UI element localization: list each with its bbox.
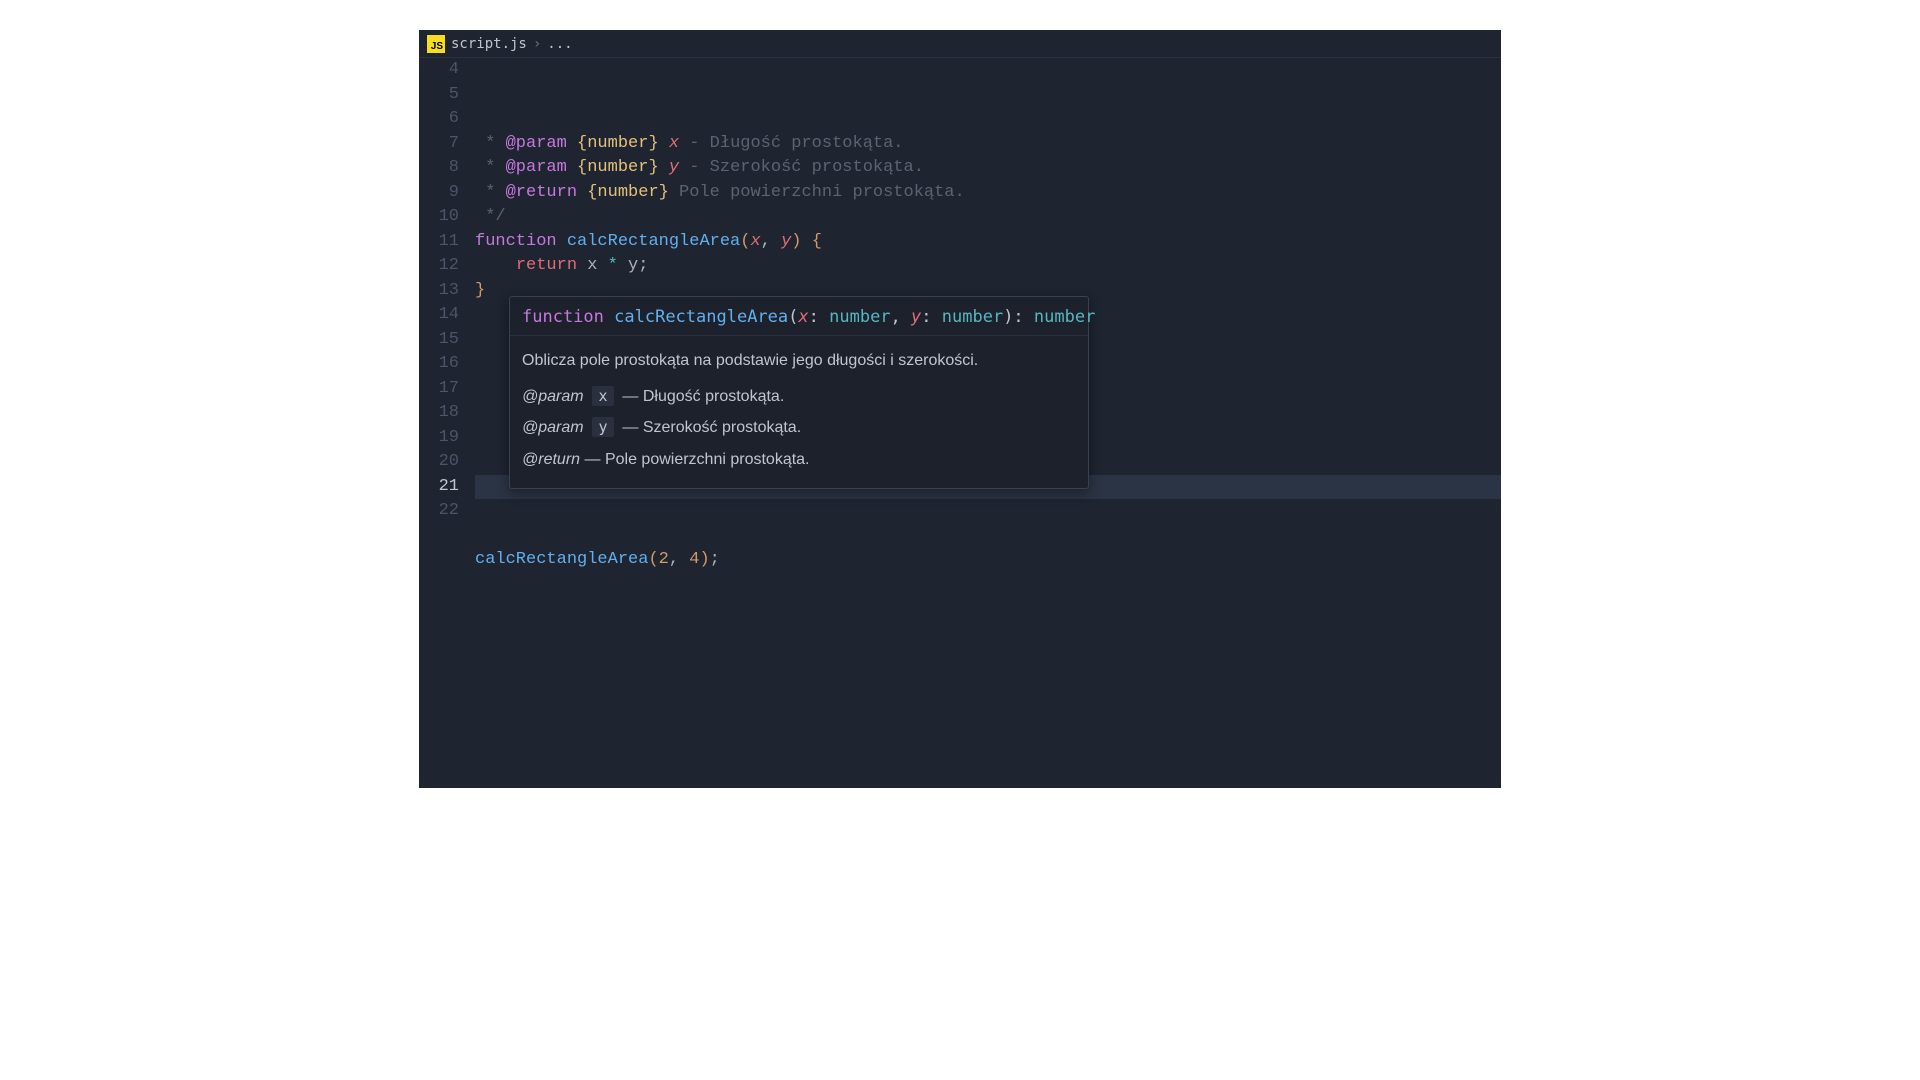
line-number: 8 (419, 156, 459, 181)
breadcrumb[interactable]: JS script.js › ... (419, 30, 1501, 58)
tooltip-param-y: @param y — Szerokość prostokąta. (522, 415, 1076, 441)
tooltip-return: @return — Pole powierzchni prostokąta. (522, 447, 1076, 473)
code-area[interactable]: 45678910111213141516171819202122 * @para… (419, 58, 1501, 597)
code-line[interactable] (475, 573, 1501, 598)
code-line[interactable]: * @param {number} y - Szerokość prostoką… (475, 156, 1501, 181)
code-line[interactable]: calcRectangleArea(2, 4); (475, 548, 1501, 573)
breadcrumb-filename: script.js (451, 36, 527, 52)
tooltip-param-x: @param x — Długość prostokąta. (522, 384, 1076, 410)
breadcrumb-rest: ... (547, 36, 572, 52)
code-line[interactable] (475, 499, 1501, 524)
tooltip-body: Oblicza pole prostokąta na podstawie jeg… (510, 336, 1088, 488)
line-number: 4 (419, 58, 459, 83)
code-line[interactable] (475, 524, 1501, 549)
line-number: 5 (419, 83, 459, 108)
code-line[interactable]: return x * y; (475, 254, 1501, 279)
line-number: 10 (419, 205, 459, 230)
line-number: 18 (419, 401, 459, 426)
line-number: 11 (419, 230, 459, 255)
line-number: 15 (419, 328, 459, 353)
line-number-gutter: 45678910111213141516171819202122 (419, 58, 475, 597)
line-number: 9 (419, 181, 459, 206)
tooltip-description: Oblicza pole prostokąta na podstawie jeg… (522, 348, 1076, 374)
line-number: 22 (419, 499, 459, 524)
line-number: 21 (419, 475, 459, 500)
hover-documentation-tooltip[interactable]: function calcRectangleArea(x: number, y:… (509, 296, 1089, 490)
line-number: 14 (419, 303, 459, 328)
line-number: 12 (419, 254, 459, 279)
line-number: 20 (419, 450, 459, 475)
line-number: 13 (419, 279, 459, 304)
line-number: 17 (419, 377, 459, 402)
js-file-icon: JS (427, 35, 445, 53)
code-line[interactable]: */ (475, 205, 1501, 230)
chevron-right-icon: › (533, 36, 541, 52)
line-number: 7 (419, 132, 459, 157)
tooltip-signature: function calcRectangleArea(x: number, y:… (510, 297, 1088, 337)
code-line[interactable]: * @return {number} Pole powierzchni pros… (475, 181, 1501, 206)
line-number: 16 (419, 352, 459, 377)
code-line[interactable]: * @param {number} x - Długość prostokąta… (475, 132, 1501, 157)
line-number: 19 (419, 426, 459, 451)
code-line[interactable]: function calcRectangleArea(x, y) { (475, 230, 1501, 255)
line-number: 6 (419, 107, 459, 132)
code-editor-window: JS script.js › ... 456789101112131415161… (419, 30, 1501, 788)
